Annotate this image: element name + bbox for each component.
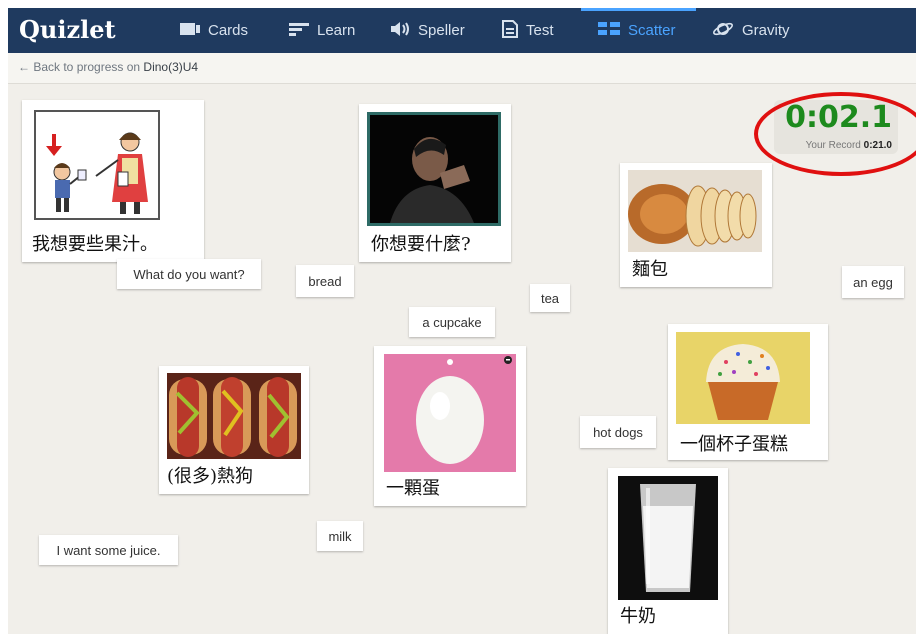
cupcake-photo: [676, 332, 810, 424]
egg-photo: [384, 354, 516, 472]
nav-cards[interactable]: Cards: [180, 8, 248, 53]
nav-speller[interactable]: Speller: [390, 8, 465, 53]
scatter-icon: [598, 21, 620, 40]
nav-scatter[interactable]: Scatter: [598, 8, 676, 53]
top-nav-bar: Quizlet Cards Learn Speller Test Scatter…: [8, 8, 916, 53]
bread-photo: [628, 170, 762, 252]
nav-learn[interactable]: Learn: [289, 8, 355, 53]
nav-test[interactable]: Test: [502, 8, 554, 53]
milk-glass-photo: [618, 476, 718, 600]
word-tile[interactable]: I want some juice.: [39, 535, 178, 565]
nav-gravity[interactable]: Gravity: [712, 8, 790, 53]
back-to-progress-link[interactable]: ← Back to progress on Dino(3)U4: [18, 60, 198, 74]
card-chinese-text: (很多)熱狗: [167, 466, 254, 487]
word-tile[interactable]: milk: [317, 521, 363, 551]
card-chinese-text: 我想要些果汁。: [32, 234, 158, 255]
image-card[interactable]: 你想要什麼?: [359, 104, 511, 262]
sub-header: ← Back to progress on Dino(3)U4: [8, 53, 916, 84]
document-icon: [502, 19, 518, 42]
card-chinese-text: 一個杯子蛋糕: [680, 434, 788, 455]
word-tile[interactable]: hot dogs: [580, 416, 656, 448]
hotdogs-photo: [167, 373, 301, 459]
word-tile[interactable]: an egg: [842, 266, 904, 298]
nav-test-label: Test: [526, 22, 554, 39]
image-card[interactable]: 麵包: [620, 163, 772, 287]
nav-speller-label: Speller: [418, 22, 465, 39]
card-chinese-text: 一顆蛋: [386, 478, 440, 499]
card-chinese-text: 麵包: [632, 259, 668, 280]
speaker-icon: [390, 21, 410, 41]
card-chinese-text: 牛奶: [620, 606, 656, 627]
nav-cards-label: Cards: [208, 22, 249, 39]
word-tile[interactable]: bread: [296, 265, 354, 297]
quizlet-logo[interactable]: Quizlet: [19, 15, 116, 44]
planet-icon: [712, 21, 734, 41]
nav-scatter-label: Scatter: [628, 22, 676, 39]
set-name: Dino(3)U4: [143, 60, 199, 74]
back-link-prefix: ← Back to progress on: [18, 60, 141, 74]
image-card[interactable]: 牛奶: [608, 468, 728, 634]
card-chinese-text: 你想要什麼?: [371, 234, 471, 255]
image-card[interactable]: 一個杯子蛋糕: [668, 324, 828, 460]
kids-juice-illustration: [34, 110, 160, 220]
image-card[interactable]: 一顆蛋: [374, 346, 526, 506]
app-frame: Quizlet Cards Learn Speller Test Scatter…: [8, 8, 916, 634]
cards-icon: [180, 22, 200, 40]
word-tile[interactable]: a cupcake: [409, 307, 495, 337]
word-tile[interactable]: tea: [530, 284, 570, 312]
image-card[interactable]: (很多)熱狗: [159, 366, 309, 494]
nav-learn-label: Learn: [317, 22, 356, 39]
image-card[interactable]: 我想要些果汁。: [22, 100, 204, 262]
learn-icon: [289, 22, 309, 40]
word-tile[interactable]: What do you want?: [117, 259, 261, 289]
thinking-man-photo: [367, 112, 501, 226]
highlight-oval-annotation: [754, 92, 916, 176]
nav-gravity-label: Gravity: [742, 22, 790, 39]
